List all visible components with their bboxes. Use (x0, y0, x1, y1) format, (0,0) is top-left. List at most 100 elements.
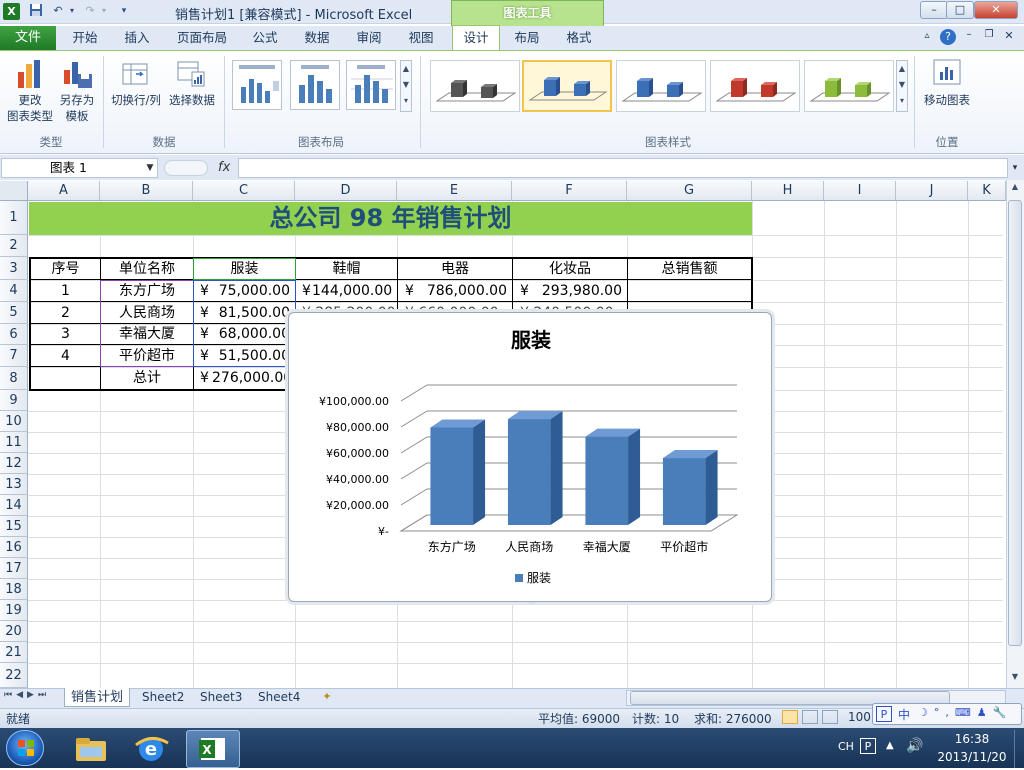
zoom-level[interactable]: 100 (848, 710, 871, 724)
undo-icon[interactable]: ↶ (50, 3, 66, 19)
layouts-gallery-scroll[interactable]: ▲ ▼ ▾ (400, 60, 412, 112)
chart-style-4[interactable] (710, 60, 800, 112)
column-header-k[interactable]: K (968, 181, 1006, 201)
header-cell-unit[interactable]: 单位名称 (101, 259, 193, 279)
workbook-minimize-icon[interactable]: – (962, 29, 976, 43)
page-layout-view-icon[interactable] (802, 710, 818, 724)
embedded-chart[interactable]: 服装 ¥100,000.00 ¥80,000.00 ¥60,000.00 ¥40,000… (288, 312, 772, 602)
move-chart-button[interactable]: 移动图表 (918, 92, 976, 108)
chart-layout-1[interactable] (232, 60, 282, 110)
show-desktop-button[interactable] (1014, 730, 1024, 768)
excel-taskbar-icon[interactable]: X (186, 730, 240, 768)
select-data-icon[interactable] (176, 58, 206, 88)
tab-layout[interactable]: 布局 (506, 26, 548, 50)
column-header-a[interactable]: A (28, 181, 100, 201)
maximize-button[interactable]: □ (946, 1, 974, 19)
column-header-b[interactable]: B (100, 181, 193, 201)
sheet-tab-sales-plan[interactable]: 销售计划 (64, 688, 131, 707)
header-cell-shoes[interactable]: 鞋帽 (296, 259, 397, 279)
row-header[interactable]: 6 (0, 324, 28, 345)
sheet-nav-arrows-icon[interactable]: ⏮◀▶⏭ (4, 690, 64, 706)
name-box[interactable]: 图表 1 (1, 158, 158, 178)
undo-dropdown-icon[interactable]: ▾ (68, 3, 76, 19)
cell-appliances[interactable]: 786,000.00 (420, 281, 507, 301)
tab-view[interactable]: 视图 (400, 26, 442, 50)
redo-icon[interactable]: ↷ (82, 3, 98, 19)
start-button[interactable] (6, 730, 44, 766)
show-hidden-icons[interactable]: ▲ (886, 740, 894, 751)
row-header[interactable]: 16 (0, 537, 28, 558)
customize-toolbar-icon[interactable]: ▾ (116, 3, 132, 19)
workbook-restore-icon[interactable]: ❐ (982, 29, 996, 43)
row-header[interactable]: 17 (0, 558, 28, 579)
redo-dropdown-icon[interactable]: ▾ (100, 3, 108, 19)
row-header[interactable]: 21 (0, 642, 28, 663)
header-cell-no[interactable]: 序号 (31, 259, 100, 279)
ime-chinese-mode[interactable]: 中 (898, 706, 910, 723)
row-header[interactable]: 4 (0, 280, 28, 302)
tab-format[interactable]: 格式 (558, 26, 600, 50)
column-header-i[interactable]: I (824, 181, 896, 201)
tab-design[interactable]: 设计 (452, 25, 500, 51)
insert-sheet-icon[interactable]: ✦ (318, 690, 336, 706)
chart-style-2[interactable] (522, 60, 612, 112)
expand-formula-bar-icon[interactable]: ▾ (1008, 158, 1022, 178)
cell-shoes[interactable]: 144,000.00 (312, 281, 392, 301)
row-header[interactable]: 3 (0, 257, 28, 280)
cell-no[interactable]: 3 (31, 324, 100, 344)
row-header[interactable]: 18 (0, 579, 28, 600)
select-all-corner[interactable] (0, 181, 28, 201)
cell-total-clothing[interactable]: 276,000.00 (212, 368, 290, 388)
row-header[interactable]: 7 (0, 345, 28, 367)
ime-tray-icon[interactable]: P (860, 738, 876, 754)
ime-logo-icon[interactable]: P (876, 706, 892, 722)
chart-layout-2[interactable] (290, 60, 340, 110)
row-header[interactable]: 22 (0, 663, 28, 688)
select-data-button[interactable]: 选择数据 (166, 92, 218, 108)
workbook-close-icon[interactable]: ✕ (1002, 29, 1016, 43)
row-header[interactable]: 20 (0, 621, 28, 642)
minimize-button[interactable]: – (920, 1, 948, 19)
cell-cosmetics[interactable]: 293,980.00 (532, 281, 622, 301)
explorer-taskbar-icon[interactable] (66, 731, 116, 767)
switch-row-column-button[interactable]: 切换行/列 (108, 92, 164, 108)
column-header-d[interactable]: D (295, 181, 397, 201)
row-header[interactable]: 11 (0, 432, 28, 453)
collapse-ribbon-icon[interactable]: ▵ (920, 30, 934, 44)
row-header[interactable]: 19 (0, 600, 28, 621)
page-break-view-icon[interactable] (822, 710, 838, 724)
insert-function-icon[interactable]: fx (218, 158, 236, 178)
tab-file[interactable]: 文件 (0, 26, 56, 50)
cell-no[interactable]: 4 (31, 346, 100, 366)
volume-icon[interactable]: 🔊 (906, 738, 923, 754)
save-as-template-icon[interactable] (60, 56, 94, 90)
save-icon[interactable] (28, 3, 44, 19)
change-chart-type-button[interactable]: 更改 图表类型 (4, 92, 56, 124)
chart-style-1[interactable] (430, 60, 520, 112)
header-cell-total-sales[interactable]: 总销售额 (628, 259, 751, 279)
scroll-up-icon[interactable]: ▲ (1008, 182, 1022, 194)
cell-no[interactable]: 2 (31, 303, 100, 323)
header-cell-cosmetics[interactable]: 化妆品 (513, 259, 627, 279)
chart-style-5[interactable] (804, 60, 894, 112)
row-header[interactable]: 5 (0, 302, 28, 324)
tab-formulas[interactable]: 公式 (244, 26, 286, 50)
tab-data[interactable]: 数据 (296, 26, 338, 50)
ime-tools-icons[interactable]: ☽°,⌨♟🔧 (918, 706, 1012, 719)
move-chart-icon[interactable] (932, 58, 962, 88)
row-header[interactable]: 10 (0, 411, 28, 432)
cell-no[interactable]: 1 (31, 281, 100, 301)
column-header-g[interactable]: G (627, 181, 752, 201)
header-cell-appliances[interactable]: 电器 (398, 259, 512, 279)
vertical-scroll-thumb[interactable] (1008, 200, 1022, 646)
chart-layout-3[interactable] (346, 60, 396, 110)
sheet-tab-sheet2[interactable]: Sheet2 (136, 688, 190, 707)
formula-bar-splitter[interactable] (164, 160, 208, 176)
row-header[interactable]: 12 (0, 453, 28, 474)
row-header[interactable]: 1 (0, 201, 28, 235)
column-header-f[interactable]: F (512, 181, 627, 201)
row-header[interactable]: 14 (0, 495, 28, 516)
formula-input[interactable] (238, 158, 1008, 178)
column-header-c[interactable]: C (193, 181, 295, 201)
sheet-title-cell[interactable]: 总公司 98 年销售计划 (29, 202, 752, 235)
